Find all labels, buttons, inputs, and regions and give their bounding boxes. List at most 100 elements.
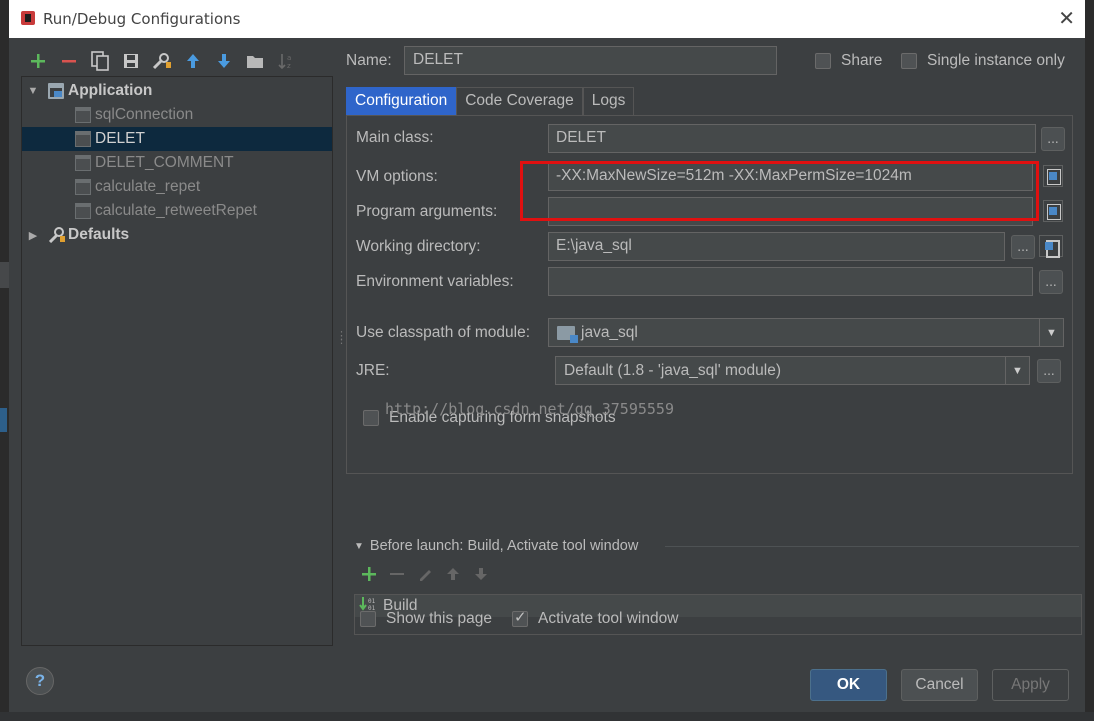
sort-icon[interactable]: az: [273, 49, 298, 73]
name-field[interactable]: DELET: [404, 46, 777, 75]
add-task-icon[interactable]: [361, 566, 377, 586]
tree-item-delet-comment[interactable]: DELET_COMMENT: [22, 151, 332, 175]
config-icon: [75, 131, 91, 147]
tree-node-defaults[interactable]: ▶ Defaults: [22, 223, 332, 247]
environment-variables-field[interactable]: [548, 267, 1033, 296]
tree-item-label: calculate_retweetRepet: [95, 202, 257, 219]
activate-tool-label: Activate tool window: [538, 610, 679, 627]
classpath-module-select[interactable]: java_sql ▼: [548, 318, 1064, 347]
save-icon[interactable]: [118, 49, 143, 73]
title-bar: Run/Debug Configurations ✕: [9, 0, 1085, 38]
remove-task-icon[interactable]: [389, 566, 405, 586]
help-button[interactable]: ?: [26, 667, 54, 695]
main-class-label: Main class:: [356, 129, 434, 146]
wrench-icon: [48, 227, 65, 244]
move-task-up-icon[interactable]: [445, 566, 461, 586]
cancel-button[interactable]: Cancel: [901, 669, 978, 701]
tree-item-calculate-retweetrepet[interactable]: calculate_retweetRepet: [22, 199, 332, 223]
jre-value: Default (1.8 - 'java_sql' module): [564, 361, 781, 379]
snapshots-label: Enable capturing form snapshots: [389, 409, 616, 426]
program-arguments-expand-icon[interactable]: [1043, 200, 1063, 222]
single-instance-checkbox-row[interactable]: Single instance only: [901, 52, 1065, 70]
tree-item-label: sqlConnection: [95, 106, 194, 123]
snapshots-checkbox[interactable]: [363, 410, 379, 426]
vm-options-label: VM options:: [356, 168, 438, 185]
activate-tool-checkbox[interactable]: [512, 608, 528, 627]
working-directory-field[interactable]: E:\java_sql: [548, 232, 1005, 261]
working-directory-browse-button[interactable]: ...: [1011, 235, 1035, 259]
background-left-edge: [0, 0, 9, 721]
tab-code-coverage[interactable]: Code Coverage: [456, 87, 583, 115]
tree-item-sqlconnection[interactable]: sqlConnection: [22, 103, 332, 127]
before-launch-header[interactable]: ▼ Before launch: Build, Activate tool wi…: [354, 538, 638, 554]
svg-text:a: a: [287, 54, 291, 62]
show-page-checkbox[interactable]: [360, 611, 376, 627]
name-label: Name:: [346, 52, 392, 69]
copy-icon[interactable]: [87, 49, 112, 73]
tree-node-application[interactable]: ▼ Application: [22, 79, 332, 103]
close-icon[interactable]: ✕: [1058, 6, 1075, 30]
tree-item-label: DELET: [95, 130, 145, 147]
before-launch-label: Before launch: Build, Activate tool wind…: [369, 538, 639, 554]
environment-variables-browse-button[interactable]: ...: [1039, 270, 1063, 294]
expanded-arrow-icon[interactable]: ▼: [26, 85, 40, 97]
chevron-down-icon[interactable]: ▼: [1005, 357, 1029, 384]
move-up-icon[interactable]: [180, 49, 205, 73]
config-icon: [75, 203, 91, 219]
jre-browse-button[interactable]: ...: [1037, 359, 1061, 383]
config-icon: [75, 179, 91, 195]
tree-item-calculate-repet[interactable]: calculate_repet: [22, 175, 332, 199]
application-icon: [48, 83, 64, 99]
window-title: Run/Debug Configurations: [43, 10, 241, 28]
before-launch-toolbar: [361, 566, 489, 586]
activate-tool-checkbox-row[interactable]: Activate tool window: [512, 608, 679, 628]
macro-insert-icon[interactable]: [1039, 235, 1063, 258]
chevron-down-icon[interactable]: ▼: [1039, 319, 1063, 346]
collapsed-arrow-icon[interactable]: ▶: [26, 229, 40, 242]
apply-button[interactable]: Apply: [992, 669, 1069, 701]
main-class-field[interactable]: DELET: [548, 124, 1036, 153]
program-arguments-label: Program arguments:: [356, 203, 498, 220]
config-toolbar: az: [25, 48, 298, 74]
classpath-module-value: java_sql: [581, 323, 638, 341]
config-icon: [75, 107, 91, 123]
svg-text:01: 01: [368, 598, 376, 605]
tab-configuration[interactable]: Configuration: [346, 87, 457, 115]
tree-item-delet[interactable]: DELET: [22, 127, 332, 151]
collapse-triangle-icon[interactable]: ▼: [354, 541, 364, 552]
folder-icon[interactable]: [242, 49, 267, 73]
program-arguments-field[interactable]: [548, 197, 1033, 226]
background-selection: [0, 408, 7, 432]
remove-icon[interactable]: [56, 49, 81, 73]
vm-options-expand-icon[interactable]: [1043, 165, 1063, 187]
jre-label: JRE:: [356, 362, 390, 379]
jre-select[interactable]: Default (1.8 - 'java_sql' module) ▼: [555, 356, 1030, 385]
config-tabs: Configuration Code Coverage Logs: [346, 87, 635, 115]
working-directory-label: Working directory:: [356, 238, 481, 255]
edit-defaults-icon[interactable]: [149, 49, 174, 73]
background-right-edge: [1085, 0, 1094, 721]
add-icon[interactable]: [25, 49, 50, 73]
background-bottom-edge: [0, 712, 1094, 721]
tree-item-label: calculate_repet: [95, 178, 201, 195]
intellij-icon: [21, 11, 35, 25]
tree-node-label: Application: [68, 82, 153, 99]
configuration-panel: Main class: DELET ... VM options: -XX:Ma…: [346, 115, 1073, 474]
move-task-down-icon[interactable]: [473, 566, 489, 586]
move-down-icon[interactable]: [211, 49, 236, 73]
classpath-module-label: Use classpath of module:: [356, 324, 531, 341]
show-page-label: Show this page: [386, 610, 492, 627]
share-checkbox[interactable]: [815, 53, 831, 69]
environment-variables-label: Environment variables:: [356, 273, 514, 290]
vm-options-field[interactable]: -XX:MaxNewSize=512m -XX:MaxPermSize=1024…: [548, 162, 1033, 191]
main-class-browse-button[interactable]: ...: [1041, 127, 1065, 151]
show-page-checkbox-row[interactable]: Show this page: [360, 610, 492, 628]
tab-logs[interactable]: Logs: [582, 87, 635, 115]
configurations-tree: ▼ Application sqlConnection DELET DELET_…: [21, 76, 333, 646]
run-debug-dialog: az ▼ Application sqlConnection DELET DEL…: [9, 38, 1085, 712]
single-instance-checkbox[interactable]: [901, 53, 917, 69]
share-checkbox-row[interactable]: Share: [815, 52, 882, 70]
snapshots-checkbox-row[interactable]: Enable capturing form snapshots: [363, 409, 616, 427]
edit-task-icon[interactable]: [417, 566, 433, 586]
ok-button[interactable]: OK: [810, 669, 887, 701]
